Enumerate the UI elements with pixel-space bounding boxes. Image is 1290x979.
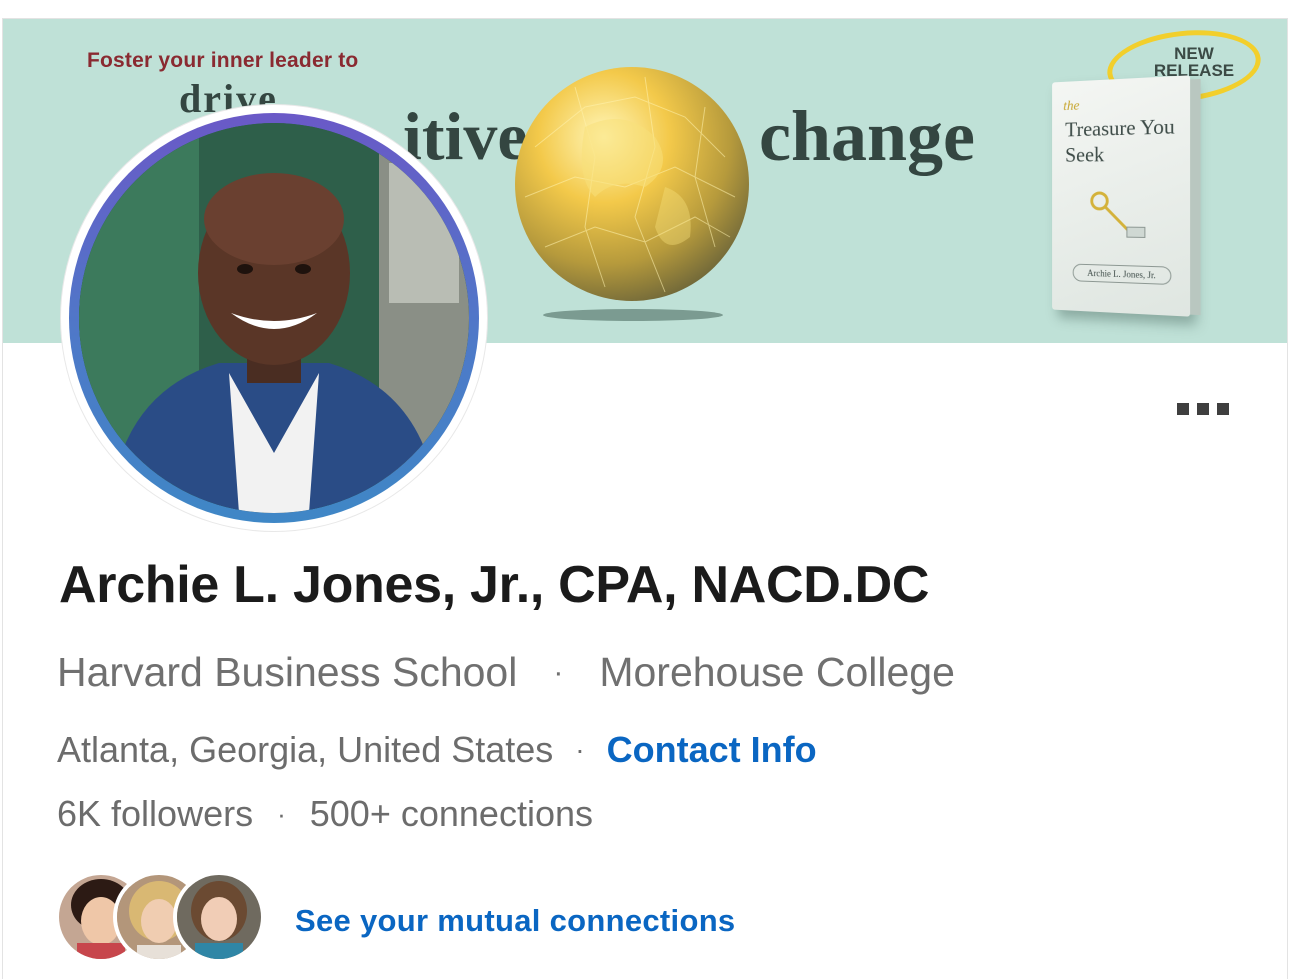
book-title-prefix: the <box>1063 98 1080 115</box>
badge-line-1: NEW <box>1174 44 1214 63</box>
globe-shadow <box>543 309 723 321</box>
followers-count[interactable]: 6K followers <box>57 793 253 835</box>
profile-card: Foster your inner leader to drive itive … <box>2 18 1288 979</box>
more-options-icon <box>1177 403 1189 415</box>
profile-name: Archie L. Jones, Jr., CPA, NACD.DC <box>59 556 930 614</box>
location-text: Atlanta, Georgia, United States <box>57 729 554 770</box>
more-options-icon-dot <box>1217 403 1229 415</box>
new-release-badge: NEW RELEASE <box>1139 45 1249 79</box>
mutual-avatar-3 <box>173 871 265 963</box>
book-key-icon <box>1080 181 1159 252</box>
mutual-connections[interactable]: See your mutual connections <box>55 871 815 967</box>
banner-headline-change: change <box>759 96 975 176</box>
school-1[interactable]: Harvard Business School <box>57 649 517 696</box>
banner-tagline: Foster your inner leader to <box>87 49 359 72</box>
separator-dot: · <box>553 655 564 689</box>
location-row: Atlanta, Georgia, United States · Contac… <box>57 729 817 771</box>
network-stats-row: 6K followers · 500+ connections <box>57 793 593 835</box>
see-mutual-connections-link[interactable]: See your mutual connections <box>295 903 735 939</box>
education-row: Harvard Business School · Morehouse Coll… <box>57 649 955 696</box>
book-title: Treasure You Seek <box>1065 114 1175 167</box>
book-author: Archie L. Jones, Jr. <box>1072 263 1172 286</box>
profile-avatar[interactable] <box>79 123 469 513</box>
book-spine <box>1190 78 1201 316</box>
more-options-icon-dot <box>1197 403 1209 415</box>
globe-illustration <box>515 67 749 301</box>
separator-dot: · <box>277 798 286 829</box>
separator-dot: · <box>575 734 585 765</box>
contact-info-link[interactable]: Contact Info <box>607 729 817 771</box>
more-options-button[interactable] <box>1171 399 1235 419</box>
connections-count[interactable]: 500+ connections <box>310 793 593 835</box>
school-2[interactable]: Morehouse College <box>599 649 955 696</box>
book-cover: the Treasure You Seek Archie L. Jones, J… <box>1052 75 1201 317</box>
